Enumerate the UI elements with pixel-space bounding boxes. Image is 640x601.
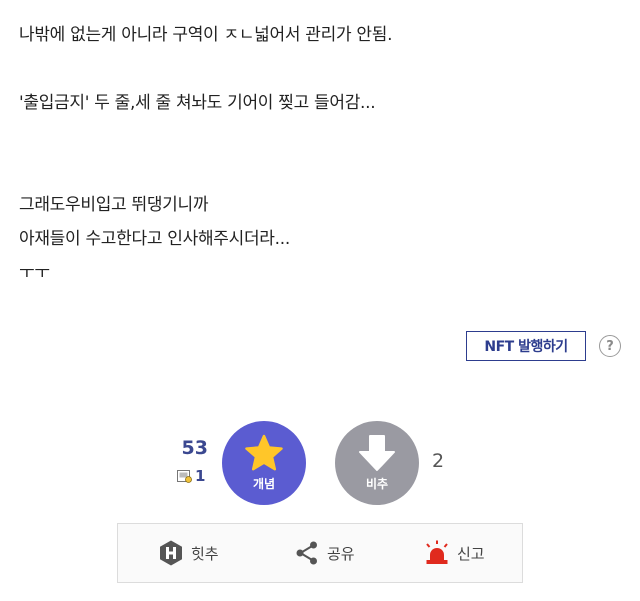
post-body: 나밖에 없는게 아니라 구역이 ㅈㄴ넓어서 관리가 안됨. '출입금지' 두 줄… — [19, 18, 619, 290]
post-line: 아재들이 수고한다고 인사해주시더라... — [19, 229, 290, 249]
downvote-label: 비추 — [365, 477, 389, 491]
action-bar: 힛추 공유 신고 — [117, 523, 523, 583]
share-button[interactable]: 공유 — [293, 524, 355, 582]
nft-mint-button[interactable]: NFT 발행하기 — [466, 331, 586, 361]
upvote-button[interactable]: 개념 — [222, 421, 306, 505]
vote-area: 53 1 개념 비추 2 — [0, 420, 640, 510]
nft-row: NFT 발행하기 ? — [466, 331, 621, 361]
report-label: 신고 — [457, 544, 485, 563]
post-line: ㅜㅜ — [19, 263, 50, 283]
hit-recommend-label: 힛추 — [191, 544, 219, 563]
hit-recommend-button[interactable]: 힛추 — [157, 524, 219, 582]
post-line — [19, 52, 619, 86]
fixed-user-icon — [177, 470, 192, 483]
report-button[interactable]: 신고 — [423, 524, 485, 582]
post-line: 그래도우비입고 뛰댕기니까 — [19, 195, 209, 215]
share-label: 공유 — [327, 544, 355, 563]
share-icon — [296, 541, 317, 565]
post-line — [19, 154, 619, 188]
downvote-count: 2 — [432, 450, 445, 472]
fixed-upvote: 1 — [177, 467, 205, 485]
hit-h-icon — [160, 540, 182, 566]
post-line: 나밖에 없는게 아니라 구역이 ㅈㄴ넓어서 관리가 안됨. — [19, 25, 393, 45]
question-icon[interactable]: ? — [599, 335, 621, 357]
upvote-count: 53 — [181, 437, 208, 459]
upvote-label: 개념 — [252, 477, 276, 491]
arrow-down-icon — [359, 435, 395, 471]
post-line — [19, 120, 619, 154]
downvote-button[interactable]: 비추 — [335, 421, 419, 505]
post-line: '출입금지' 두 줄,세 줄 쳐놔도 기어이 찢고 들어감... — [19, 93, 376, 113]
fixed-upvote-count: 1 — [195, 467, 206, 485]
siren-icon — [426, 540, 448, 564]
star-icon — [245, 434, 283, 471]
